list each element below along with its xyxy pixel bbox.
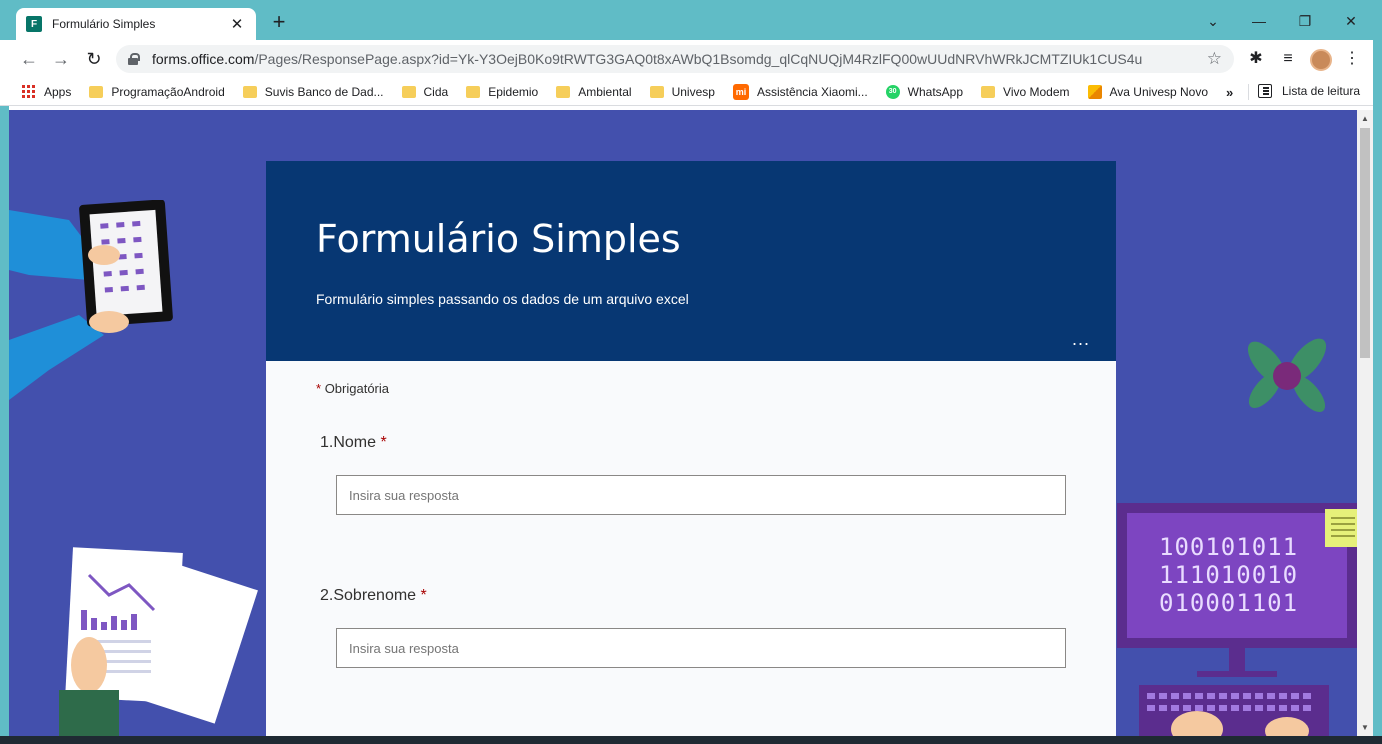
os-taskbar bbox=[0, 736, 1382, 744]
nome-input[interactable] bbox=[336, 475, 1066, 515]
bookmark-epidemio[interactable]: Epidemio bbox=[466, 85, 538, 99]
restore-icon[interactable]: ❐ bbox=[1282, 8, 1328, 34]
computer-illustration: 100101011 111010010 010001101 bbox=[1117, 503, 1357, 736]
bookmark-label: Vivo Modem bbox=[1003, 84, 1070, 99]
sobrenome-input[interactable] bbox=[336, 628, 1066, 668]
form-card: Formulário Simples Formulário simples pa… bbox=[266, 161, 1116, 736]
menu-kebab-icon[interactable]: ⋮ bbox=[1342, 49, 1362, 69]
question-label: Sobrenome bbox=[333, 587, 417, 604]
scrollbar-thumb[interactable] bbox=[1360, 128, 1370, 358]
bookmark-cida[interactable]: Cida bbox=[401, 84, 449, 99]
window-frame-right bbox=[1373, 0, 1382, 744]
extensions-icon[interactable]: ✱ bbox=[1246, 49, 1266, 69]
question-number: 1. bbox=[320, 434, 334, 451]
binary-line: 111010010 bbox=[1159, 561, 1299, 589]
address-bar[interactable]: forms.office.com/Pages/ResponsePage.aspx… bbox=[116, 45, 1234, 73]
bookmark-label: ProgramaçãoAndroid bbox=[111, 84, 225, 99]
bookmark-label: Ava Univesp Novo bbox=[1109, 84, 1209, 99]
bookmark-xiaomi[interactable]: mi Assistência Xiaomi... bbox=[732, 83, 868, 100]
browser-toolbar: ← → ↻ forms.office.com/Pages/ResponsePag… bbox=[0, 40, 1382, 78]
bookmark-label: Ambiental bbox=[578, 84, 632, 99]
reading-list-button[interactable]: Lista de leitura bbox=[1258, 84, 1360, 98]
bookmark-label: WhatsApp bbox=[907, 84, 964, 99]
question-sobrenome: 2.Sobrenome * bbox=[320, 587, 427, 605]
pencil-icon bbox=[1087, 84, 1102, 99]
minimize-icon[interactable]: — bbox=[1236, 8, 1282, 34]
leaf-decoration-illustration bbox=[1247, 338, 1327, 413]
new-tab-icon[interactable]: + bbox=[268, 11, 290, 34]
media-queue-icon[interactable]: ≡ bbox=[1278, 49, 1298, 69]
bookmark-star-icon[interactable]: ☆ bbox=[1207, 49, 1222, 69]
profile-avatar[interactable] bbox=[1310, 49, 1332, 71]
bookmark-label: Suvis Banco de Dad... bbox=[264, 84, 384, 99]
bookmark-label: Univesp bbox=[671, 84, 715, 99]
tablet-hands-illustration bbox=[9, 200, 173, 400]
tab-close-icon[interactable]: ✕ bbox=[228, 15, 246, 33]
required-asterisk: * bbox=[420, 587, 427, 604]
more-bookmarks-chevron-icon[interactable]: » bbox=[1226, 85, 1233, 100]
reload-icon[interactable]: ↻ bbox=[83, 48, 105, 70]
lock-icon[interactable] bbox=[128, 53, 140, 65]
bookmark-label: Assistência Xiaomi... bbox=[756, 84, 868, 99]
scroll-up-arrow-icon[interactable]: ▲ bbox=[1361, 114, 1369, 123]
required-asterisk: * bbox=[316, 381, 322, 396]
tab-title: Formulário Simples bbox=[52, 17, 156, 31]
whatsapp-icon: 30 bbox=[885, 84, 900, 99]
reading-list-icon bbox=[1258, 84, 1272, 98]
question-label: Nome bbox=[333, 434, 377, 451]
window-frame-left bbox=[0, 106, 9, 744]
close-window-icon[interactable]: ✕ bbox=[1328, 8, 1374, 34]
bookmark-label: Apps bbox=[44, 84, 72, 99]
binary-line: 010001101 bbox=[1159, 589, 1299, 617]
bookmark-whatsapp[interactable]: 30 WhatsApp bbox=[885, 84, 964, 99]
question-nome: 1.Nome * bbox=[320, 434, 387, 452]
xiaomi-icon: mi bbox=[732, 83, 749, 100]
url-text[interactable]: forms.office.com/Pages/ResponsePage.aspx… bbox=[152, 51, 1207, 67]
binary-code-text: 100101011 111010010 010001101 bbox=[1159, 533, 1298, 617]
bookmark-vivo-modem[interactable]: Vivo Modem bbox=[981, 84, 1070, 99]
folder-icon bbox=[466, 85, 481, 98]
page-scrollbar[interactable]: ▲ ▼ bbox=[1357, 110, 1373, 736]
form-description: Formulário simples passando os dados de … bbox=[316, 291, 689, 307]
form-title: Formulário Simples bbox=[316, 217, 681, 261]
folder-icon bbox=[242, 85, 257, 98]
binary-line: 100101011 bbox=[1159, 533, 1299, 561]
form-header: Formulário Simples Formulário simples pa… bbox=[266, 161, 1116, 361]
folder-icon bbox=[401, 85, 416, 98]
folder-icon bbox=[649, 85, 664, 98]
bookmark-ava-univesp[interactable]: Ava Univesp Novo bbox=[1087, 84, 1209, 99]
active-tab[interactable]: F Formulário Simples ✕ bbox=[16, 8, 256, 40]
bookmarks-divider bbox=[1248, 84, 1249, 100]
required-note-label: Obrigatória bbox=[324, 381, 389, 396]
bookmark-ambiental[interactable]: Ambiental bbox=[556, 84, 632, 99]
bookmark-apps[interactable]: Apps bbox=[22, 84, 72, 99]
question-number: 2. bbox=[320, 587, 334, 604]
back-icon[interactable]: ← bbox=[18, 48, 40, 70]
forms-favicon-icon: F bbox=[26, 16, 42, 32]
scroll-down-arrow-icon[interactable]: ▼ bbox=[1361, 723, 1369, 732]
bookmarks-bar: Apps ProgramaçãoAndroid Suvis Banco de D… bbox=[0, 78, 1382, 106]
url-path: /Pages/ResponsePage.aspx?id=Yk-Y3OejB0Ko… bbox=[254, 51, 1143, 67]
chart-papers-illustration bbox=[59, 547, 258, 736]
folder-icon bbox=[89, 85, 104, 98]
apps-grid-icon bbox=[22, 84, 36, 99]
reading-list-label: Lista de leitura bbox=[1282, 84, 1361, 98]
bookmark-label: Cida bbox=[423, 84, 449, 99]
bookmark-suvis[interactable]: Suvis Banco de Dad... bbox=[242, 84, 384, 99]
required-asterisk: * bbox=[380, 434, 387, 451]
bookmark-programacao-android[interactable]: ProgramaçãoAndroid bbox=[89, 84, 225, 99]
url-host: forms.office.com bbox=[152, 51, 255, 67]
bookmark-label: Epidemio bbox=[488, 84, 539, 99]
required-note: * Obrigatória bbox=[316, 381, 389, 396]
forward-icon[interactable]: → bbox=[50, 48, 72, 70]
tab-search-icon[interactable]: ⌄ bbox=[1190, 8, 1236, 34]
more-options-icon[interactable]: ... bbox=[1072, 329, 1090, 350]
bookmark-univesp[interactable]: Univesp bbox=[649, 84, 715, 99]
folder-icon bbox=[981, 85, 996, 98]
folder-icon bbox=[556, 85, 571, 98]
page-viewport: 100101011 111010010 010001101 Formulário… bbox=[9, 110, 1357, 736]
tab-strip: F Formulário Simples ✕ + ⌄ — ❐ ✕ bbox=[0, 0, 1382, 40]
